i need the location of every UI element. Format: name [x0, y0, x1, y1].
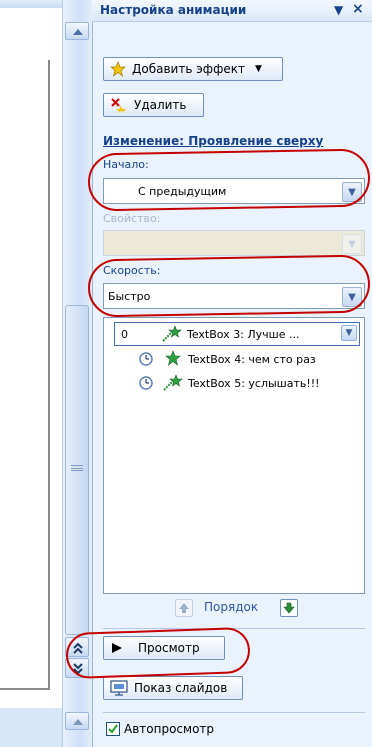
scroll-up-button[interactable] [65, 22, 89, 40]
remove-effect-icon [111, 98, 126, 113]
effect-star-icon [163, 374, 183, 391]
slide-thumbnail[interactable] [0, 60, 50, 690]
animation-name: TextBox 5: услышать!!! [188, 376, 320, 390]
effect-star-icon [162, 325, 182, 342]
divider [103, 712, 365, 713]
add-effect-label: Добавить эффект [132, 62, 245, 76]
slideshow-button[interactable]: Показ слайдов [103, 676, 243, 700]
effect-star-icon [165, 350, 181, 366]
change-section-title: Изменение: Проявление сверху [103, 134, 324, 148]
order-label: Порядок [204, 600, 259, 614]
annotation-ellipse [87, 148, 371, 212]
pane-menu-icon[interactable]: ▼ [334, 3, 343, 17]
animation-name: TextBox 3: Лучше ... [187, 327, 300, 341]
slide-area-bottom [0, 708, 62, 747]
pane-scroll-up-button[interactable] [65, 712, 89, 730]
autopreview-label: Автопросмотр [124, 722, 215, 736]
triangle-up-icon [73, 719, 83, 725]
property-select: ▼ [103, 230, 365, 256]
clock-icon [139, 352, 153, 366]
animation-list[interactable]: 0 TextBox 3: Лучше ... ▼ TextBox 4: чем … [103, 317, 365, 594]
list-item[interactable]: TextBox 4: чем сто раз [104, 348, 364, 370]
chevron-down-icon: ▼ [342, 234, 362, 254]
triangle-up-icon [73, 29, 83, 35]
animation-name: TextBox 4: чем сто раз [188, 352, 316, 366]
arrow-up-icon [179, 603, 189, 613]
slideshow-label: Показ слайдов [134, 681, 228, 695]
slideshow-icon [110, 680, 128, 696]
remove-button[interactable]: Удалить [103, 93, 204, 117]
list-item[interactable]: 0 TextBox 3: Лучше ... ▼ [114, 322, 360, 346]
scroll-grip-icon [71, 465, 83, 471]
chevron-down-icon[interactable]: ▼ [341, 325, 357, 341]
move-up-button[interactable] [175, 599, 193, 617]
autopreview-checkbox[interactable] [106, 722, 120, 736]
move-down-button[interactable] [280, 599, 298, 617]
clock-icon [139, 376, 153, 390]
pane-title: Настройка анимации [100, 3, 247, 17]
property-label: Свойство: [103, 212, 161, 225]
arrow-down-icon [283, 602, 295, 614]
chevron-down-icon: ▼ [254, 64, 262, 74]
checkmark-icon [108, 724, 118, 734]
close-icon[interactable]: × [352, 1, 364, 17]
annotation-ellipse [65, 626, 251, 680]
animation-order: 0 [121, 327, 128, 341]
annotation-ellipse [87, 254, 371, 318]
star-effect-icon [110, 61, 126, 77]
add-effect-button[interactable]: Добавить эффект ▼ [103, 57, 283, 81]
remove-label: Удалить [134, 98, 187, 112]
list-item[interactable]: TextBox 5: услышать!!! [104, 372, 364, 394]
ribbon-edge [0, 0, 62, 8]
